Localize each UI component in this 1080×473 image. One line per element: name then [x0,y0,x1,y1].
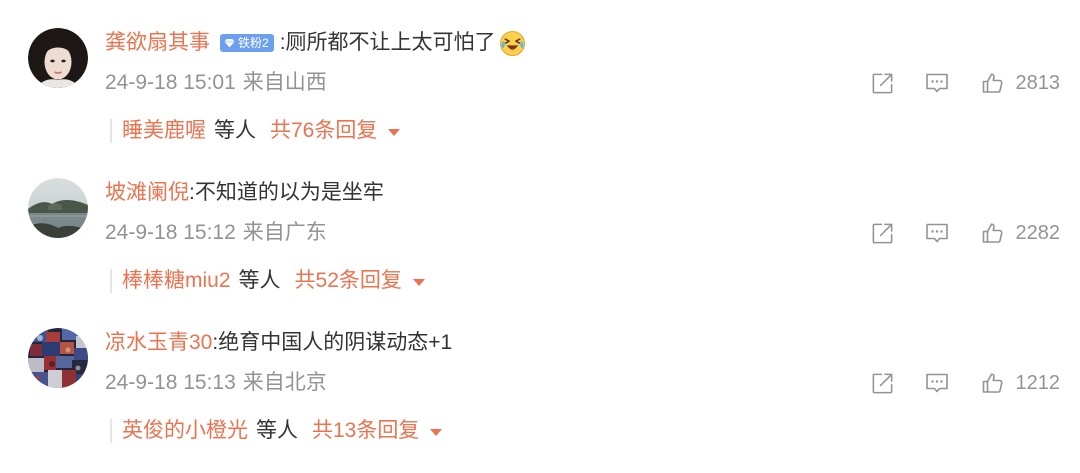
triangle-down-icon [388,128,401,136]
reply-username[interactable]: 睡美鹿喔 [122,119,206,143]
comment-button[interactable] [924,71,950,95]
triangle-down-icon [412,278,425,286]
fan-badge-label: 铁粉2 [238,36,269,50]
share-button[interactable] [870,221,895,246]
like-icon [982,73,1003,93]
comment-time: 24-9-18 15:13 [105,371,236,394]
comment-username[interactable]: 坡滩阑倪 [105,178,189,208]
comment-meta: 24-9-18 15:01 来自山西 [105,68,327,98]
comment-button[interactable] [924,221,950,245]
reply-count-link[interactable]: 共76条回复 [270,119,377,143]
reply-suffix: 等人 [238,269,281,292]
like-icon [982,373,1003,393]
comment: 凉水玉青30 :绝育中国人的阴谋动态+1 24-9-18 15:13 来自北京 [0,300,1080,450]
comment-actions: 2813 [870,68,1061,98]
comment-icon [925,73,948,93]
comment-list: 龚欲扇其事 铁粉2 :厕所都不让上太可怕了 24-9-18 15:01 来自山西 [0,0,1080,450]
triangle-down-icon [430,428,443,436]
comment: 坡滩阑倪 :不知道的以为是坐牢 24-9-18 15:12 来自广东 2282 … [0,150,1080,300]
comment-time: 24-9-18 15:12 [105,221,236,244]
reply-count-link[interactable]: 共13条回复 [312,419,419,443]
share-icon [872,73,892,93]
comment-meta: 24-9-18 15:13 来自北京 [105,368,327,398]
like-count: 2282 [1015,222,1061,244]
share-icon [872,373,892,393]
comment-text: :绝育中国人的阴谋动态+1 [212,331,453,354]
avatar-image [28,28,88,88]
replies-summary[interactable]: 睡美鹿喔 等人 共76条回复 [110,119,401,143]
comment-icon [925,223,948,243]
comment-time: 24-9-18 15:01 [105,71,236,94]
fan-badge[interactable]: 铁粉2 [220,34,274,52]
reply-username[interactable]: 棒棒糖miu2 [122,269,231,293]
comment: 龚欲扇其事 铁粉2 :厕所都不让上太可怕了 24-9-18 15:01 来自山西 [0,0,1080,150]
reply-suffix: 等人 [214,119,256,142]
like-count: 1212 [1015,372,1061,394]
share-icon [872,223,892,243]
reply-username[interactable]: 英俊的小橙光 [122,419,248,443]
comment-header: 坡滩阑倪 :不知道的以为是坐牢 [105,178,384,208]
diamond-icon [224,39,235,48]
reply-suffix: 等人 [256,419,298,442]
comment-username[interactable]: 龚欲扇其事 [105,28,210,58]
comment-location: 来自广东 [242,221,327,244]
replies-summary[interactable]: 英俊的小橙光 等人 共13条回复 [110,419,443,443]
laugh-cry-emoji [499,30,525,56]
comment-location: 来自北京 [242,371,327,394]
comment-text: :厕所都不让上太可怕了 [279,31,496,54]
comment-actions: 1212 [870,368,1061,398]
like-icon [982,223,1003,243]
avatar[interactable] [28,328,88,388]
comment-text: :不知道的以为是坐牢 [189,181,384,204]
like-count: 2813 [1015,72,1061,94]
comment-actions: 2282 [870,218,1061,248]
like-button[interactable]: 2813 [980,68,1061,98]
avatar[interactable] [28,178,88,238]
replies-summary[interactable]: 棒棒糖miu2 等人 共52条回复 [110,269,425,293]
comment-username[interactable]: 凉水玉青30 [105,328,212,358]
comment-button[interactable] [924,371,950,395]
avatar[interactable] [28,28,88,88]
like-button[interactable]: 1212 [980,368,1061,398]
avatar-image [28,328,88,388]
share-button[interactable] [870,71,895,96]
like-button[interactable]: 2282 [980,218,1061,248]
reply-count-link[interactable]: 共52条回复 [295,269,402,293]
comment-icon [925,373,948,393]
comment-location: 来自山西 [242,71,327,94]
comment-header: 凉水玉青30 :绝育中国人的阴谋动态+1 [105,328,452,358]
share-button[interactable] [870,371,895,396]
avatar-image [28,178,88,238]
comment-meta: 24-9-18 15:12 来自广东 [105,218,327,248]
comment-header: 龚欲扇其事 铁粉2 :厕所都不让上太可怕了 [105,28,526,58]
